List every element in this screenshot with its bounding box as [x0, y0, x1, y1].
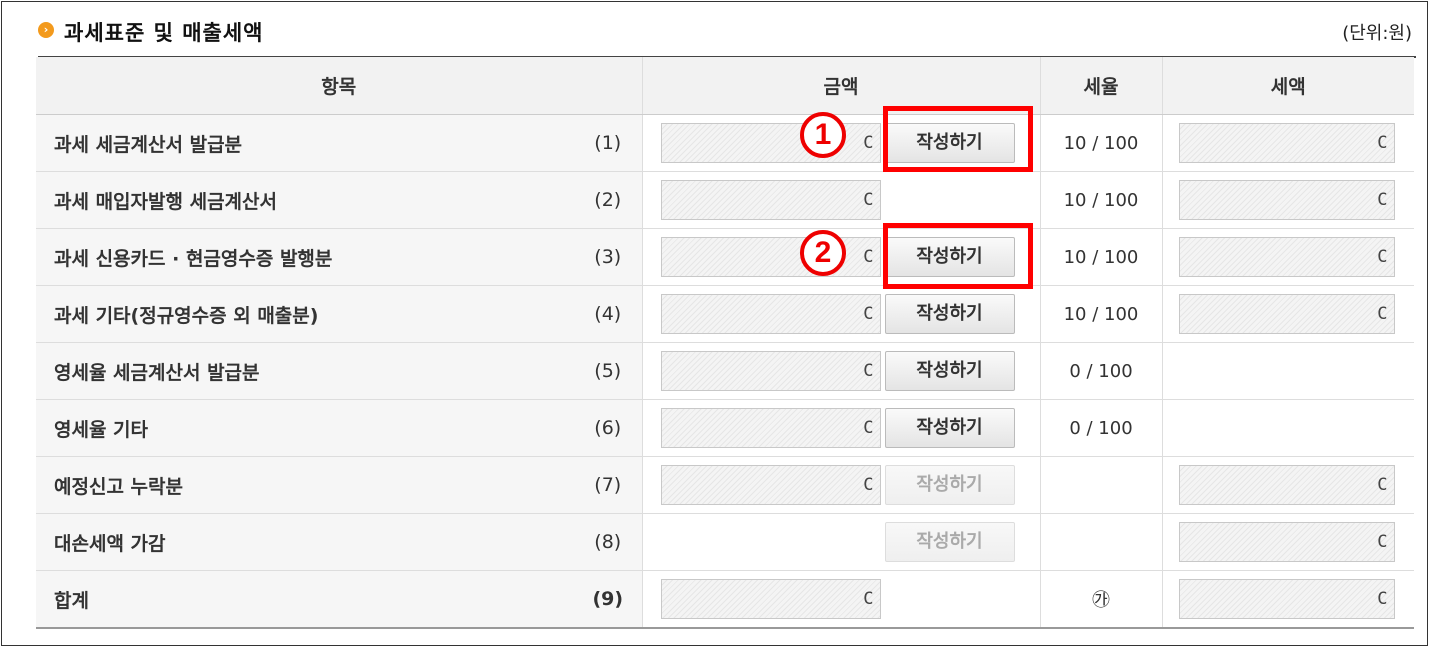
- row-number: (5): [574, 342, 643, 400]
- header-item: 항목: [36, 57, 643, 115]
- row-number: (4): [574, 285, 643, 343]
- row-label: 영세율 세금계산서 발급분: [36, 342, 574, 400]
- table-row: 대손세액 가감 (8) 작성하기 C: [36, 513, 1414, 571]
- amount-input[interactable]: C: [660, 180, 881, 220]
- tax-cell: C: [1162, 171, 1414, 229]
- amount-input[interactable]: C: [660, 294, 881, 334]
- row-number: (9): [574, 570, 643, 629]
- row-label: 과세 세금계산서 발급분: [36, 114, 574, 172]
- write-button-disabled: 작성하기: [884, 465, 1015, 505]
- tax-rate: [1040, 456, 1163, 514]
- step-marker-2: 2: [800, 230, 846, 276]
- amount-cell: C 작성하기: [642, 342, 1041, 400]
- sales-tax-table: 항목 금액 세율 세액 과세 세금계산서 발급분 (1) C 작성하기 10 /…: [36, 57, 1414, 629]
- bullet-arrow-icon: ›: [38, 22, 54, 38]
- ga-mark: ㉮: [1092, 590, 1110, 611]
- table-row: 과세 매입자발행 세금계산서 (2) C 10 / 100 C: [36, 171, 1414, 229]
- tax-input[interactable]: C: [1178, 237, 1395, 277]
- tax-input[interactable]: C: [1178, 294, 1395, 334]
- row-label: 영세율 기타: [36, 399, 574, 457]
- tax-cell: C: [1162, 114, 1414, 172]
- unit-label: (단위:원): [1342, 23, 1412, 44]
- tax-rate: 0 / 100: [1040, 342, 1163, 400]
- amount-cell: C 작성하기: [642, 456, 1041, 514]
- header-tax: 세액: [1162, 57, 1414, 115]
- row-number: (2): [574, 171, 643, 229]
- tax-input[interactable]: C: [1178, 123, 1395, 163]
- table-row: 과세 신용카드 · 현금영수증 발행분 (3) C 작성하기 10 / 100 …: [36, 228, 1414, 286]
- write-button[interactable]: 작성하기: [884, 351, 1015, 391]
- write-button[interactable]: 작성하기: [884, 294, 1015, 334]
- amount-input[interactable]: C: [660, 465, 881, 505]
- highlight-box-2: [883, 223, 1033, 289]
- row-number: (6): [574, 399, 643, 457]
- tax-input[interactable]: C: [1178, 180, 1395, 220]
- row-number: (7): [574, 456, 643, 514]
- tax-cell: C: [1162, 228, 1414, 286]
- row-number: (3): [574, 228, 643, 286]
- amount-input[interactable]: C: [660, 408, 881, 448]
- amount-cell: C 작성하기: [642, 399, 1041, 457]
- write-button-disabled: 작성하기: [884, 522, 1015, 562]
- step-marker-1: 1: [800, 112, 846, 158]
- tax-input[interactable]: C: [1178, 522, 1395, 562]
- table-header-row: 항목 금액 세율 세액: [36, 57, 1414, 115]
- tax-rate: 10 / 100: [1040, 114, 1163, 172]
- table-row: 과세 세금계산서 발급분 (1) C 작성하기 10 / 100 C: [36, 114, 1414, 172]
- row-number: (1): [574, 114, 643, 172]
- tax-rate: ㉮: [1040, 570, 1163, 629]
- amount-cell: C 작성하기: [642, 285, 1041, 343]
- total-row: 합계 (9) C ㉮ C: [36, 570, 1414, 629]
- total-amount-input[interactable]: C: [660, 579, 881, 619]
- row-label: 과세 매입자발행 세금계산서: [36, 171, 574, 229]
- row-label: 대손세액 가감: [36, 513, 574, 571]
- amount-input[interactable]: C: [660, 123, 881, 163]
- amount-cell: C: [642, 171, 1041, 229]
- write-button[interactable]: 작성하기: [884, 408, 1015, 448]
- total-tax-input[interactable]: C: [1178, 579, 1395, 619]
- highlight-box-1: [883, 106, 1033, 172]
- tax-cell: C: [1162, 285, 1414, 343]
- section-title: 과세표준 및 매출세액: [64, 21, 264, 45]
- amount-input[interactable]: C: [660, 237, 881, 277]
- tax-cell: [1162, 399, 1414, 457]
- table-row: 영세율 기타 (6) C 작성하기 0 / 100: [36, 399, 1414, 457]
- row-label: 예정신고 누락분: [36, 456, 574, 514]
- tax-rate: [1040, 513, 1163, 571]
- table-row: 과세 기타(정규영수증 외 매출분) (4) C 작성하기 10 / 100 C: [36, 285, 1414, 343]
- tax-rate: 10 / 100: [1040, 285, 1163, 343]
- amount-cell: C: [642, 570, 1041, 629]
- row-number: (8): [574, 513, 643, 571]
- row-label: 과세 신용카드 · 현금영수증 발행분: [36, 228, 574, 286]
- table-row: 예정신고 누락분 (7) C 작성하기 C: [36, 456, 1414, 514]
- tax-cell: C: [1162, 456, 1414, 514]
- tax-input[interactable]: C: [1178, 465, 1395, 505]
- tax-cell: [1162, 342, 1414, 400]
- tax-cell: C: [1162, 513, 1414, 571]
- tax-rate: 0 / 100: [1040, 399, 1163, 457]
- tax-rate: 10 / 100: [1040, 228, 1163, 286]
- amount-input[interactable]: C: [660, 351, 881, 391]
- amount-cell: 작성하기: [642, 513, 1041, 571]
- header-rate: 세율: [1040, 57, 1163, 115]
- row-label: 과세 기타(정규영수증 외 매출분): [36, 285, 574, 343]
- table-row: 영세율 세금계산서 발급분 (5) C 작성하기 0 / 100: [36, 342, 1414, 400]
- tax-cell: C: [1162, 570, 1414, 629]
- section-header: › 과세표준 및 매출세액 (단위:원): [38, 14, 1416, 58]
- tax-rate: 10 / 100: [1040, 171, 1163, 229]
- total-label: 합계: [36, 570, 574, 629]
